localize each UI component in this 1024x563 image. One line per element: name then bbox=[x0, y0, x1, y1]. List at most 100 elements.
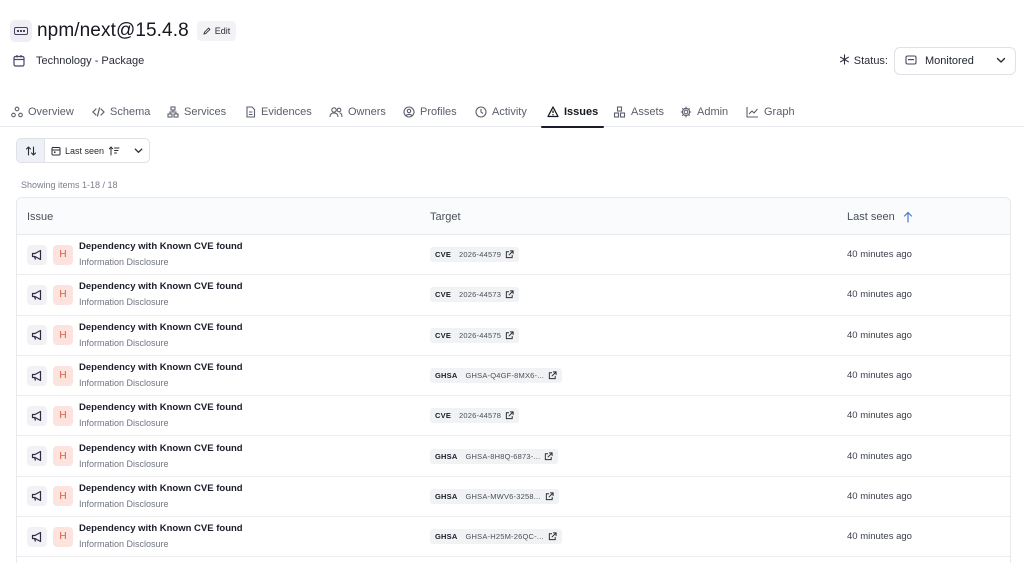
sort-field-select[interactable]: Last seen bbox=[45, 146, 127, 156]
column-label: Last seen bbox=[847, 210, 895, 223]
target-type: CVE bbox=[435, 250, 452, 260]
issue-title[interactable]: Dependency with Known CVE found bbox=[79, 523, 243, 534]
sort-field-label: Last seen bbox=[65, 145, 105, 156]
column-header-target: Target bbox=[430, 198, 461, 235]
target-badge[interactable]: CVE 2026-44579 bbox=[430, 247, 520, 263]
target-type: GHSA bbox=[435, 371, 458, 381]
target-badge[interactable]: CVE 2026-44575 bbox=[430, 327, 520, 343]
target-badge[interactable]: GHSA GHSA-8H8Q-6873-... bbox=[430, 448, 559, 464]
issue-title[interactable]: Dependency with Known CVE found bbox=[79, 241, 243, 252]
megaphone-icon bbox=[27, 405, 47, 426]
severity-badge: H bbox=[53, 486, 73, 507]
external-link-icon bbox=[545, 452, 553, 460]
issue-title[interactable]: Dependency with Known CVE found bbox=[79, 483, 243, 494]
tab-label: Overview bbox=[28, 105, 74, 118]
megaphone-icon bbox=[27, 325, 47, 346]
severity-badge: H bbox=[53, 244, 73, 265]
calendar-box-icon bbox=[12, 54, 26, 68]
chevron-down-icon bbox=[995, 54, 1007, 69]
issue-category: Information Disclosure bbox=[79, 539, 169, 550]
tab-label: Activity bbox=[492, 105, 527, 118]
sort-direction-button[interactable] bbox=[17, 139, 45, 162]
target-id: 2026-44575 bbox=[459, 330, 502, 340]
sort-dropdown-button[interactable] bbox=[127, 145, 149, 156]
table-row[interactable]: H Dependency with Known CVE found Inform… bbox=[17, 356, 1010, 397]
target-id: 2026-44578 bbox=[459, 411, 502, 421]
external-link-icon bbox=[548, 532, 557, 541]
package-icon bbox=[10, 20, 32, 42]
tab-admin[interactable]: Admin bbox=[680, 96, 728, 127]
external-link-icon bbox=[505, 290, 514, 299]
megaphone-icon bbox=[27, 244, 47, 265]
target-badge[interactable]: GHSA GHSA-Q4GF-8MX6-... bbox=[430, 368, 563, 384]
issue-title[interactable]: Dependency with Known CVE found bbox=[79, 443, 243, 454]
target-badge[interactable]: CVE 2026-44573 bbox=[430, 287, 520, 303]
table-header: Issue Target Last seen bbox=[17, 198, 1010, 235]
status-select[interactable]: Monitored bbox=[894, 47, 1016, 75]
clock-icon bbox=[475, 105, 487, 118]
severity-badge: H bbox=[53, 365, 73, 386]
megaphone-icon bbox=[27, 446, 47, 467]
megaphone-icon bbox=[27, 365, 47, 386]
severity-badge: H bbox=[53, 284, 73, 305]
target-id: GHSA-H25M-26QC-... bbox=[465, 532, 544, 542]
table-row[interactable]: H Dependency with Known CVE found Inform… bbox=[17, 235, 1010, 276]
last-seen: 40 minutes ago bbox=[847, 289, 912, 301]
tab-evidences[interactable]: Evidences bbox=[245, 96, 312, 127]
edit-button-label: Edit bbox=[214, 26, 231, 36]
issue-title[interactable]: Dependency with Known CVE found bbox=[79, 402, 243, 413]
tab-label: Services bbox=[184, 105, 227, 118]
boxes-icon bbox=[613, 105, 626, 118]
arrow-up-icon bbox=[903, 211, 912, 223]
tab-overview[interactable]: Overview bbox=[11, 96, 74, 127]
table-row[interactable]: H Dependency with Known CVE found Inform… bbox=[17, 396, 1010, 437]
tab-owners[interactable]: Owners bbox=[329, 96, 386, 127]
status-label-text: Status: bbox=[853, 55, 888, 67]
target-id: GHSA-Q4GF-8MX6-... bbox=[465, 371, 545, 381]
target-id: GHSA-MWV6-3258... bbox=[465, 491, 541, 501]
last-seen: 40 minutes ago bbox=[847, 490, 912, 502]
table-row[interactable]: H Dependency with Known CVE found Inform… bbox=[17, 316, 1010, 356]
tab-profiles[interactable]: Profiles bbox=[403, 96, 457, 127]
table-row[interactable]: H Dependency with Known CVE found Inform… bbox=[17, 517, 1010, 558]
asset-type: Technology - Package bbox=[12, 52, 144, 70]
tab-issues[interactable]: Issues bbox=[540, 96, 605, 128]
last-seen: 40 minutes ago bbox=[847, 329, 912, 341]
tab-label: Issues bbox=[564, 105, 599, 118]
issue-title[interactable]: Dependency with Known CVE found bbox=[79, 281, 243, 292]
table-row[interactable]: H Dependency with Known CVE found Inform… bbox=[17, 275, 1010, 316]
target-type: GHSA bbox=[435, 532, 458, 542]
sort-ascending-icon bbox=[108, 145, 120, 155]
tab-schema[interactable]: Schema bbox=[92, 96, 150, 127]
last-seen: 40 minutes ago bbox=[847, 249, 912, 261]
last-seen: 40 minutes ago bbox=[847, 531, 912, 543]
column-header-issue: Issue bbox=[27, 198, 53, 235]
tab-activity[interactable]: Activity bbox=[475, 96, 527, 127]
issue-title[interactable]: Dependency with Known CVE found bbox=[79, 362, 243, 373]
chart-line-icon bbox=[746, 106, 758, 118]
tab-services[interactable]: Services bbox=[167, 96, 226, 127]
target-badge[interactable]: CVE 2026-44578 bbox=[430, 408, 520, 424]
tab-label: Graph bbox=[764, 105, 795, 118]
status-value: Monitored bbox=[925, 55, 974, 67]
target-type: CVE bbox=[435, 330, 452, 340]
issue-title[interactable]: Dependency with Known CVE found bbox=[79, 322, 243, 333]
target-badge[interactable]: GHSA GHSA-H25M-26QC-... bbox=[430, 529, 562, 545]
asset-type-label: Technology - Package bbox=[36, 55, 145, 67]
external-link-icon bbox=[505, 411, 514, 420]
external-link-icon bbox=[548, 371, 557, 380]
table-row[interactable]: H Dependency with Known CVE found Inform… bbox=[17, 477, 1010, 518]
severity-badge: H bbox=[53, 446, 73, 467]
edit-button[interactable]: Edit bbox=[196, 21, 237, 41]
tab-label: Owners bbox=[348, 105, 386, 118]
calendar-icon bbox=[51, 146, 61, 155]
target-badge[interactable]: GHSA GHSA-MWV6-3258... bbox=[430, 488, 559, 504]
tab-assets[interactable]: Assets bbox=[613, 96, 664, 127]
column-header-last-seen[interactable]: Last seen bbox=[847, 198, 913, 235]
tab-graph[interactable]: Graph bbox=[746, 96, 795, 127]
target-type: GHSA bbox=[435, 451, 458, 461]
external-link-icon bbox=[545, 492, 554, 501]
table-body: H Dependency with Known CVE found Inform… bbox=[17, 235, 1010, 558]
issue-category: Information Disclosure bbox=[79, 337, 169, 348]
table-row[interactable]: H Dependency with Known CVE found Inform… bbox=[17, 436, 1010, 477]
